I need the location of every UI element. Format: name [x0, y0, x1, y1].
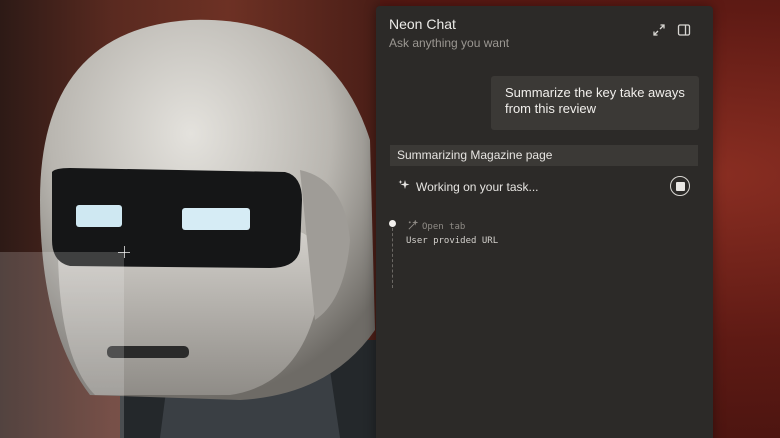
cursor-crosshair	[118, 246, 130, 258]
expand-icon[interactable]	[651, 22, 667, 38]
wand-icon	[407, 219, 419, 234]
panel-subtitle: Ask anything you want	[389, 36, 510, 50]
step-action: Open tab	[422, 222, 466, 232]
sparkle-icon	[398, 178, 410, 196]
user-message: Summarize the key take aways from this r…	[491, 76, 699, 130]
stop-button[interactable]	[670, 176, 690, 196]
step-detail: User provided URL	[406, 236, 499, 246]
screen: Neon Chat Ask anything you want Summariz…	[0, 0, 780, 438]
step-item: Open tab	[407, 219, 466, 234]
chat-panel: Neon Chat Ask anything you want Summariz…	[376, 6, 713, 438]
status-text: Working on your task...	[416, 180, 539, 194]
stop-icon	[675, 181, 685, 191]
side-panel-icon[interactable]	[676, 22, 692, 38]
timeline-dot	[389, 220, 396, 227]
timeline-line	[392, 228, 393, 288]
working-status: Working on your task...	[398, 178, 539, 196]
task-label: Summarizing Magazine page	[390, 145, 698, 166]
panel-header: Neon Chat Ask anything you want	[389, 16, 701, 56]
selection-overlay	[0, 252, 124, 438]
